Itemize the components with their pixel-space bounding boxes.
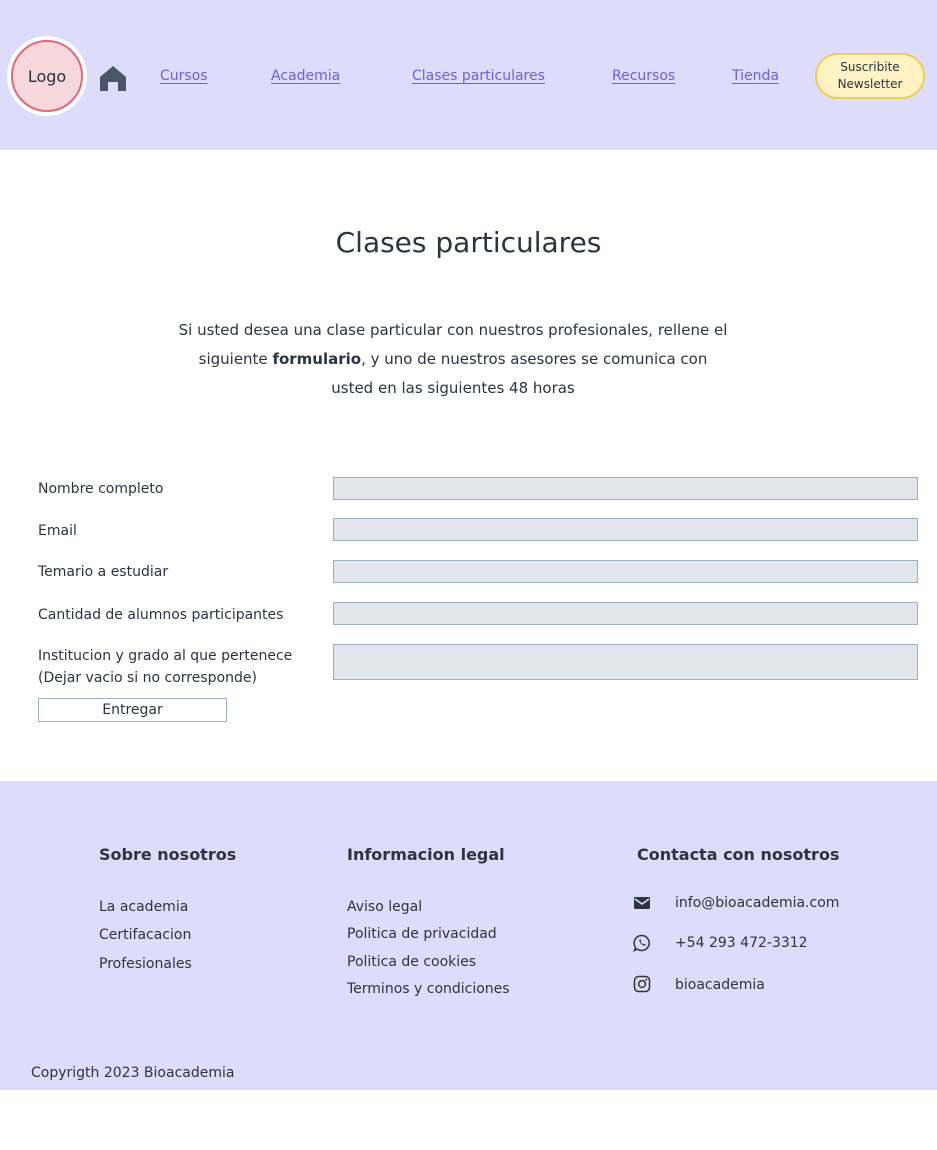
label-institucion: Institucion y grado al que pertenece <box>38 648 293 664</box>
label-cantidad: Cantidad de alumnos participantes <box>38 607 284 623</box>
copyright-text: Copyrigth 2023 Bioacademia <box>31 1065 235 1081</box>
nav-link-recursos[interactable]: Recursos <box>612 68 675 84</box>
footer-link-cookies[interactable]: Politica de cookies <box>347 954 476 970</box>
whatsapp-icon <box>633 934 650 952</box>
intro-text-bold: formulario <box>272 350 362 368</box>
contact-instagram[interactable]: bioacademia <box>675 977 765 993</box>
footer-link-certificacion[interactable]: Certifacacion <box>99 927 191 943</box>
intro-text: Si usted desea una clase particular con … <box>178 316 728 403</box>
footer-heading-about: Sobre nosotros <box>99 845 237 864</box>
contact-phone[interactable]: +54 293 472-3312 <box>675 935 808 951</box>
footer-link-aviso-legal[interactable]: Aviso legal <box>347 899 422 915</box>
nav-link-cursos[interactable]: Cursos <box>160 68 208 84</box>
email-field[interactable] <box>333 518 918 541</box>
label-email: Email <box>38 523 77 539</box>
logo-text: Logo <box>11 40 83 112</box>
nav-link-clases-particulares[interactable]: Clases particulares <box>412 68 545 84</box>
submit-button[interactable]: Entregar <box>38 698 227 722</box>
footer-link-terminos[interactable]: Terminos y condiciones <box>347 981 510 997</box>
nombre-field[interactable] <box>333 477 918 500</box>
logo[interactable]: Logo <box>7 36 87 116</box>
footer-heading-contact: Contacta con nosotros <box>637 845 840 864</box>
nav-link-tienda[interactable]: Tienda <box>732 68 779 84</box>
newsletter-button[interactable]: Suscribite Newsletter <box>815 53 925 99</box>
temario-field[interactable] <box>333 560 918 583</box>
footer-link-privacidad[interactable]: Politica de privacidad <box>347 926 497 942</box>
footer-heading-legal: Informacion legal <box>347 845 505 864</box>
instagram-icon <box>633 975 651 993</box>
cantidad-field[interactable] <box>333 602 918 625</box>
site-header: Logo Cursos Academia Clases particulares… <box>0 0 937 150</box>
label-nombre: Nombre completo <box>38 481 164 497</box>
page-title: Clases particulares <box>335 226 602 259</box>
site-footer: Sobre nosotros La academia Certifacacion… <box>0 781 937 1090</box>
label-temario: Temario a estudiar <box>38 564 169 580</box>
footer-link-academia[interactable]: La academia <box>99 899 188 915</box>
home-icon[interactable] <box>99 64 127 92</box>
footer-link-profesionales[interactable]: Profesionales <box>99 956 192 972</box>
contact-email[interactable]: info@bioacademia.com <box>675 895 839 911</box>
nav-link-academia[interactable]: Academia <box>271 68 340 84</box>
institucion-field[interactable] <box>333 644 918 680</box>
mail-icon <box>634 897 650 909</box>
label-institucion-hint: (Dejar vacio si no corresponde) <box>38 670 257 686</box>
intro-text-end: , y uno de nuestros asesores se comunica… <box>331 350 708 397</box>
